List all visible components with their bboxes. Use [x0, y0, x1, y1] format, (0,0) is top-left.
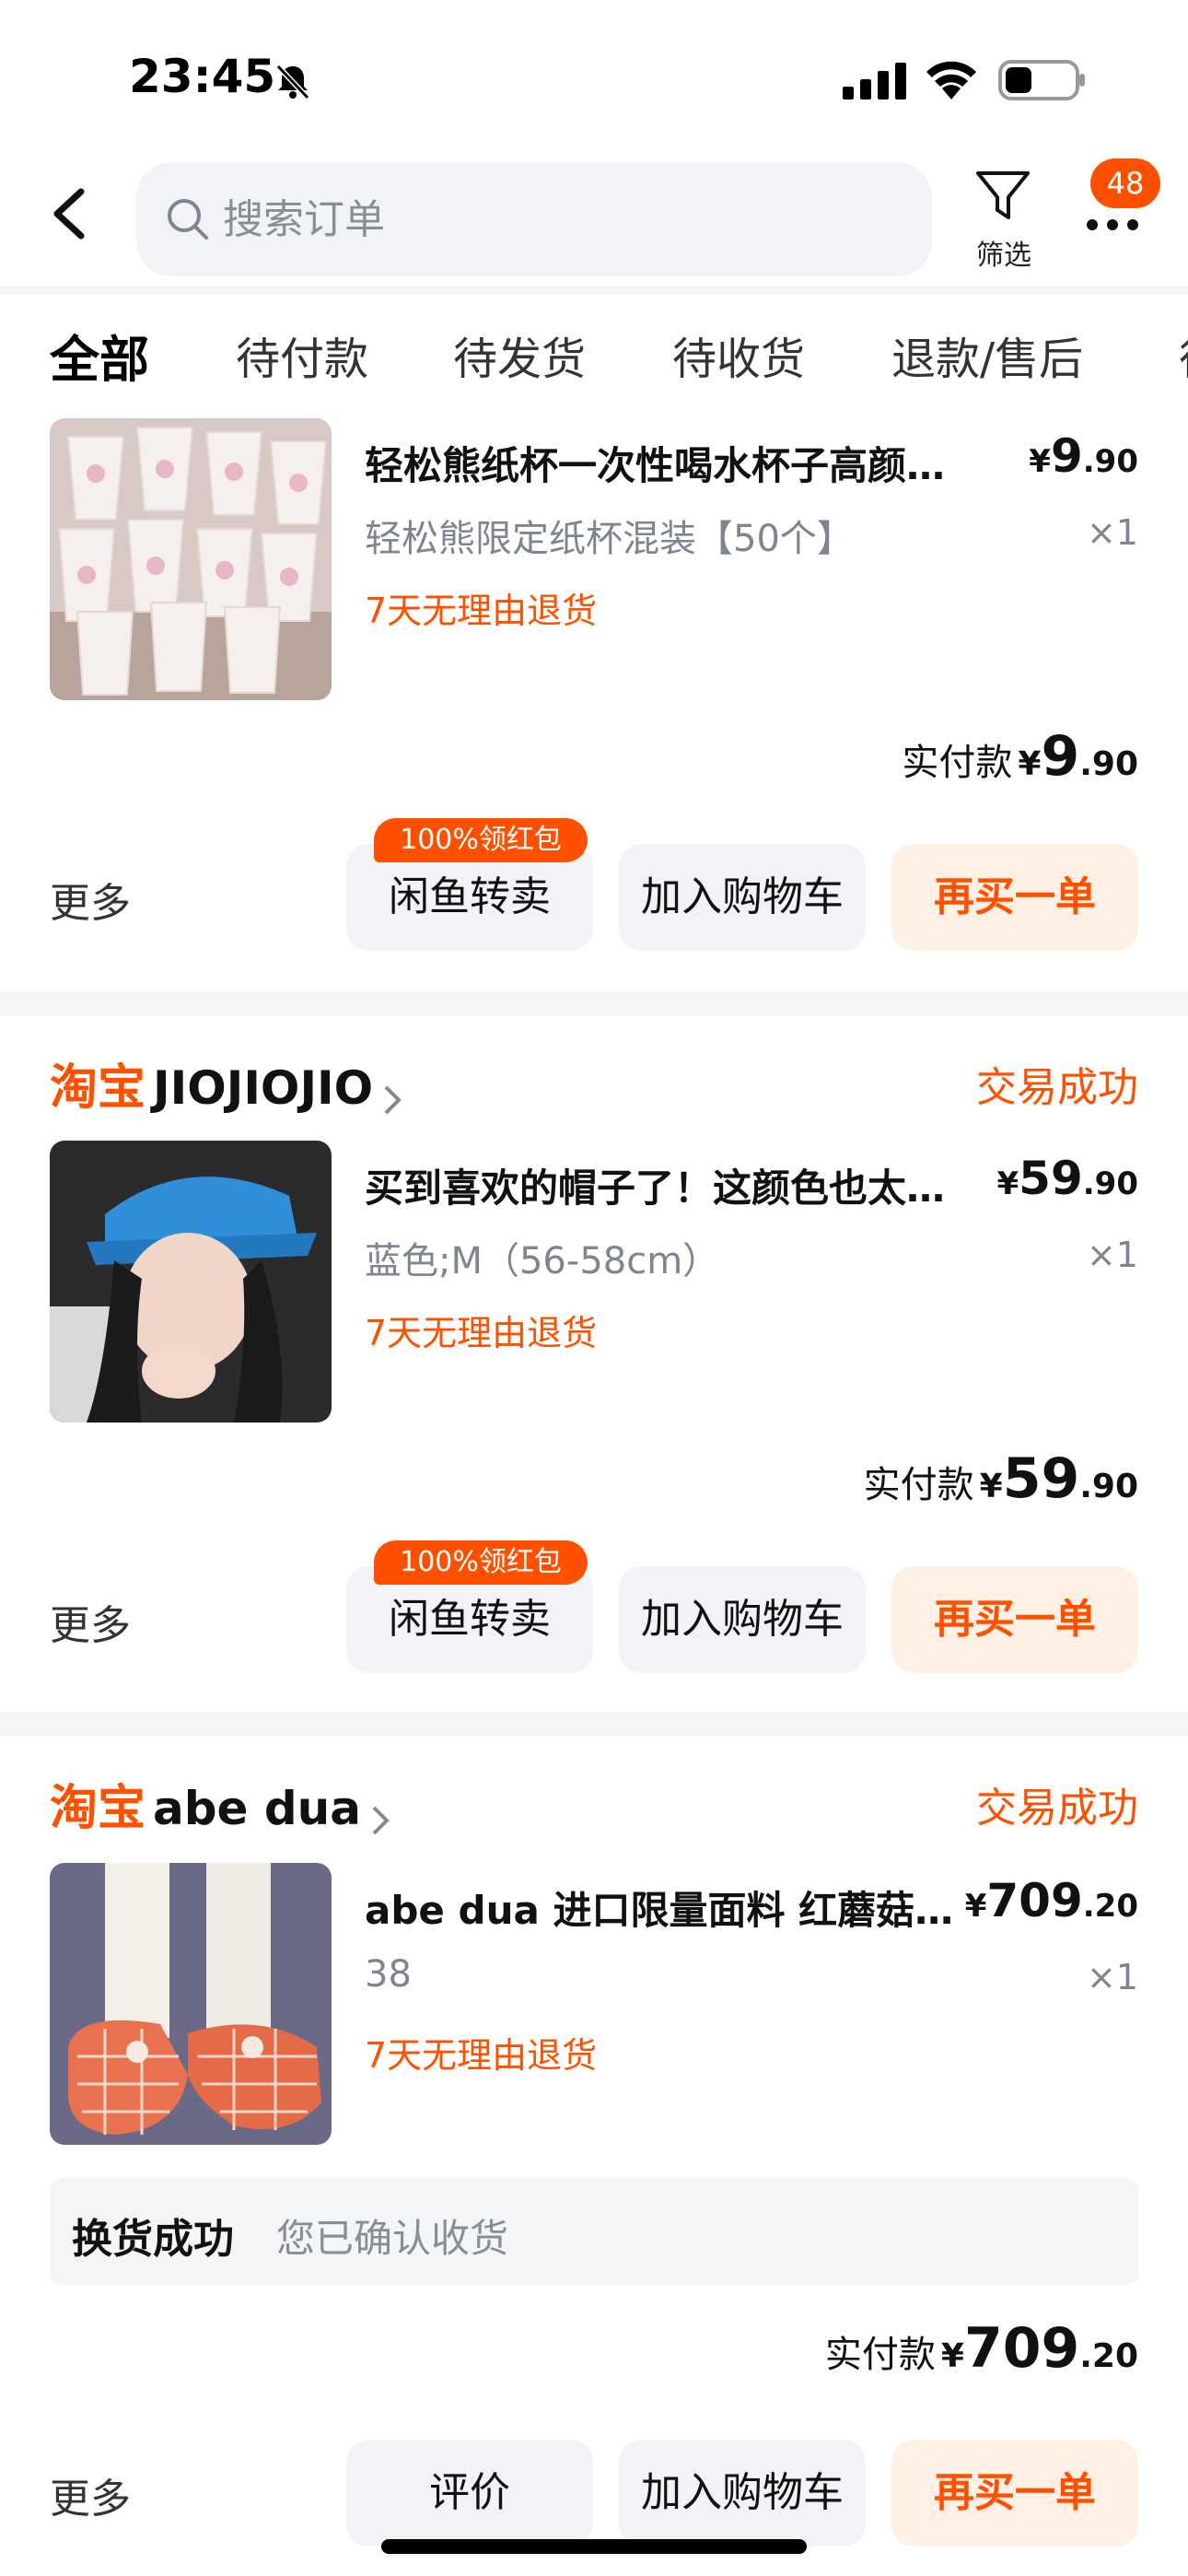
search-icon — [168, 199, 208, 240]
status-bar: 23:45 — [0, 0, 1188, 157]
tab-next-partial[interactable]: 待 — [1179, 322, 1188, 387]
shop-name: JIOJIOJIO — [153, 1061, 374, 1115]
wifi-icon — [926, 61, 976, 100]
tab-pending-shipment[interactable]: 待发货 — [453, 322, 586, 387]
order-tabs: 全部 待付款 待发货 待收货 退款/售后 待 — [0, 295, 1188, 415]
product-variant: 蓝色;M（56-58cm） — [365, 1240, 720, 1282]
product-title[interactable]: 轻松熊纸杯一次性喝水杯子高颜… — [365, 435, 991, 491]
exchange-status-desc: 您已确认收货 — [276, 2216, 509, 2261]
more-dots-icon — [1087, 219, 1138, 230]
product-price: ¥709.20 — [964, 1874, 1138, 1927]
shop-header[interactable]: 淘宝 abe dua — [50, 1769, 392, 1836]
chevron-right-icon — [384, 1085, 402, 1114]
buy-again-button[interactable]: 再买一单 — [891, 2440, 1138, 2547]
product-title[interactable]: 买到喜欢的帽子了！这颜色也太… — [365, 1157, 973, 1213]
taobao-logo: 淘宝 — [50, 1060, 146, 1116]
add-to-cart-button[interactable]: 加入购物车 — [619, 1566, 866, 1673]
buy-again-button[interactable]: 再买一单 — [891, 1566, 1138, 1673]
review-button[interactable]: 评价 — [346, 2440, 593, 2547]
shop-name: abe dua — [153, 1782, 361, 1835]
paid-amount: 实付款 ¥9.90 — [902, 724, 1138, 789]
search-input[interactable] — [223, 190, 904, 249]
return-policy-tag: 7天无理由退货 — [365, 591, 598, 631]
home-indicator[interactable] — [381, 2539, 807, 2554]
bell-muted-icon — [275, 64, 310, 100]
return-policy-tag: 7天无理由退货 — [365, 1313, 598, 1353]
product-quantity: ×1 — [1086, 1235, 1138, 1275]
add-to-cart-button[interactable]: 加入购物车 — [619, 844, 866, 951]
product-image[interactable] — [50, 1141, 332, 1423]
buy-again-button[interactable]: 再买一单 — [891, 844, 1138, 951]
filter-button[interactable]: 筛选 — [965, 166, 1042, 286]
more-menu-button[interactable]: 48 — [1079, 158, 1162, 260]
order-card: 淘宝 JIOJIOJIO 交易成功 买到喜欢的帽子了！这颜色也太… ¥59.90 … — [0, 1015, 1188, 1712]
paid-amount: 实付款 ¥59.90 — [863, 1446, 1138, 1511]
tab-pending-receipt[interactable]: 待收货 — [672, 322, 805, 387]
add-to-cart-button[interactable]: 加入购物车 — [619, 2440, 866, 2547]
tab-pending-payment[interactable]: 待付款 — [236, 322, 368, 387]
shop-header[interactable]: 淘宝 JIOJIOJIO — [50, 1048, 404, 1116]
back-arrow-icon[interactable] — [48, 186, 90, 241]
product-price: ¥9.90 — [1029, 429, 1138, 483]
order-status: 交易成功 — [976, 1064, 1138, 1111]
product-image[interactable] — [50, 1863, 332, 2145]
order-card: 淘宝 abe dua 交易成功 abe dua 进口限量面料 红蘑菇… ¥709.… — [0, 1736, 1188, 2576]
cellular-signal-icon — [843, 63, 906, 100]
tab-refund-aftersale[interactable]: 退款/售后 — [891, 322, 1083, 387]
filter-funnel-icon — [976, 171, 1030, 219]
product-price: ¥59.90 — [996, 1152, 1139, 1205]
product-image[interactable] — [50, 418, 332, 700]
search-bar[interactable] — [136, 162, 932, 276]
promo-badge: 100%领红包 — [374, 818, 588, 862]
taobao-logo: 淘宝 — [50, 1781, 146, 1836]
product-variant: 38 — [365, 1953, 412, 1996]
product-quantity: ×1 — [1086, 512, 1138, 553]
more-actions-link[interactable]: 更多 — [50, 2465, 131, 2524]
return-policy-tag: 7天无理由退货 — [365, 2035, 598, 2076]
tab-all[interactable]: 全部 — [50, 319, 149, 392]
more-actions-link[interactable]: 更多 — [50, 870, 131, 929]
more-actions-link[interactable]: 更多 — [50, 1592, 131, 1651]
order-card: 轻松熊纸杯一次性喝水杯子高颜… ¥9.90 轻松熊限定纸杯混装【50个】 ×1 … — [0, 415, 1188, 991]
exchange-status-bar[interactable]: 换货成功 您已确认收货 — [50, 2178, 1138, 2285]
status-time: 23:45 — [129, 50, 276, 103]
exchange-status-title: 换货成功 — [72, 2216, 234, 2263]
product-title[interactable]: abe dua 进口限量面料 红蘑菇… — [365, 1879, 954, 1936]
notification-badge: 48 — [1090, 158, 1160, 208]
chevron-right-icon — [372, 1806, 390, 1834]
battery-icon — [998, 60, 1085, 100]
paid-amount: 实付款 ¥709.20 — [824, 2316, 1138, 2381]
header: 筛选 48 — [0, 138, 1188, 286]
filter-label: 筛选 — [976, 240, 1031, 272]
product-quantity: ×1 — [1086, 1957, 1138, 1997]
order-status: 交易成功 — [976, 1785, 1138, 1832]
product-variant: 轻松熊限定纸杯混装【50个】 — [365, 518, 854, 560]
promo-badge: 100%领红包 — [374, 1540, 588, 1585]
